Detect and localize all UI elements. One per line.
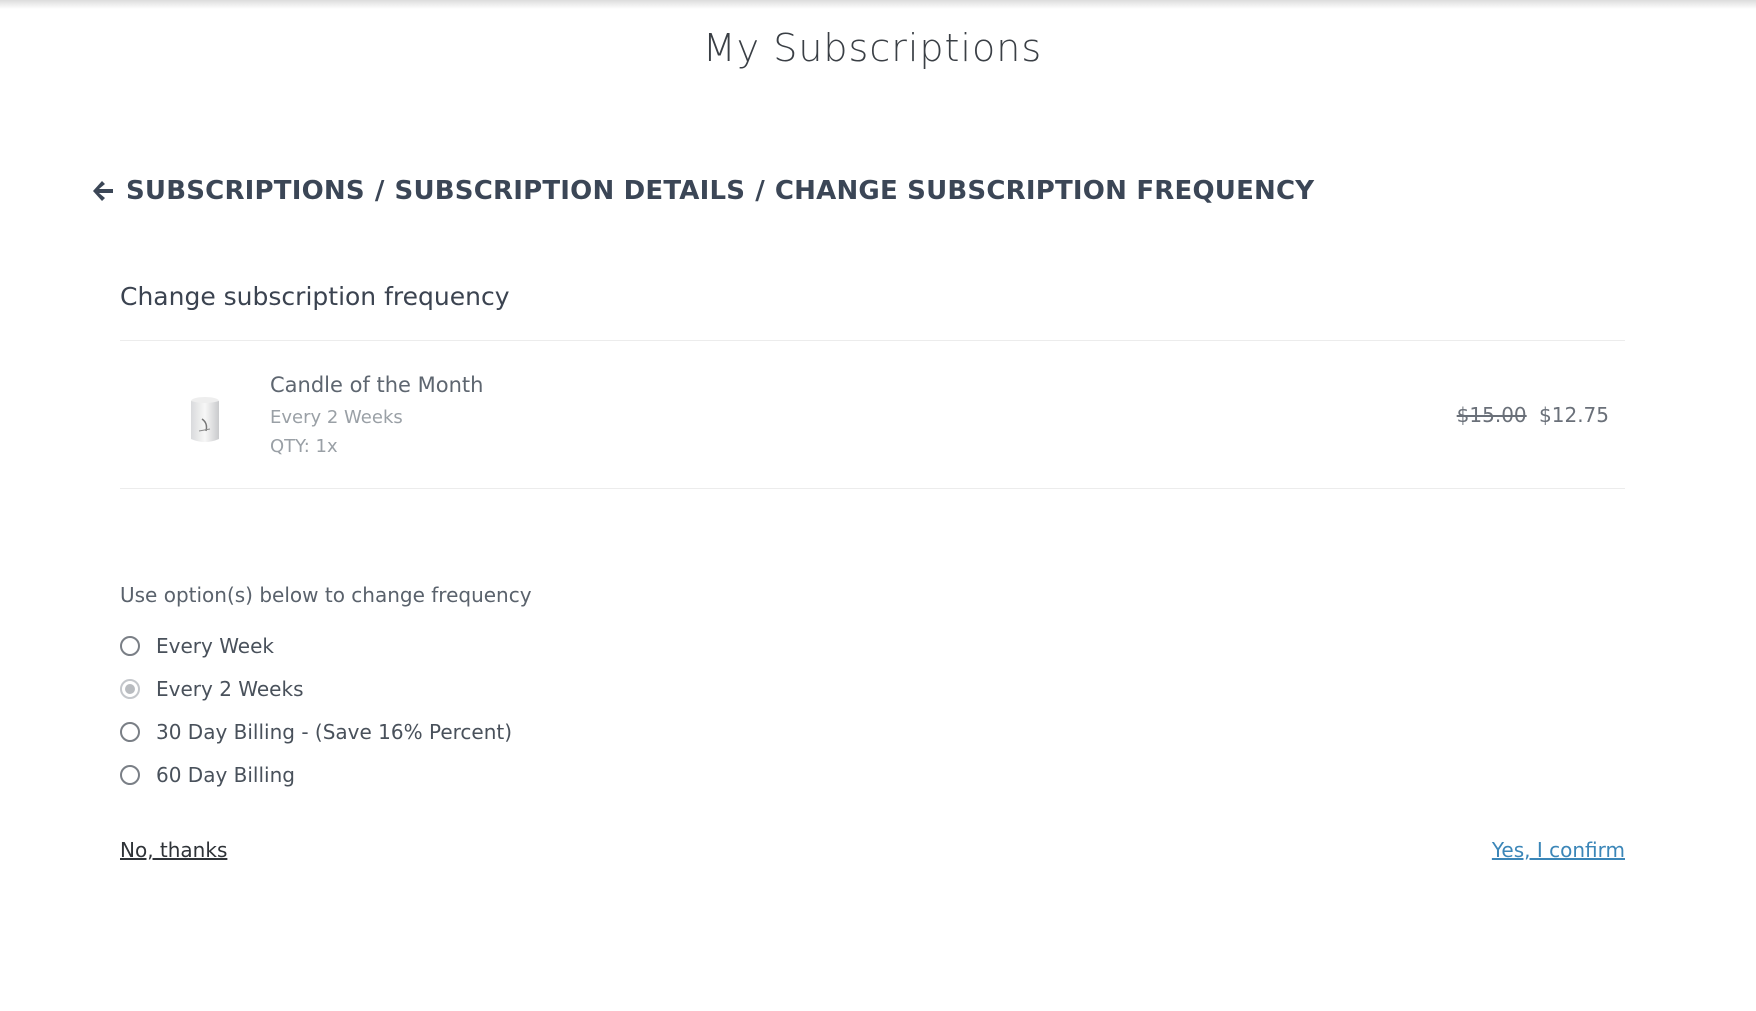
divider — [120, 488, 1625, 489]
option-label: 60 Day Billing — [156, 762, 295, 787]
radio-30-day-billing[interactable] — [120, 721, 140, 742]
product-quantity: QTY: 1x — [270, 436, 338, 457]
breadcrumb-subscription-details[interactable]: SUBSCRIPTION DETAILS — [395, 176, 746, 206]
page-title: My Subscriptions — [702, 26, 1043, 70]
current-price: $12.75 — [1539, 403, 1609, 427]
breadcrumb-separator: / — [755, 176, 765, 206]
product-image — [186, 393, 224, 445]
card-title: Change subscription frequency — [120, 282, 510, 311]
price-block: $15.00 $12.75 — [1457, 403, 1609, 427]
product-frequency: Every 2 Weeks — [270, 407, 403, 428]
option-every-2-weeks[interactable]: Every 2 Weeks — [120, 667, 512, 710]
confirm-link[interactable]: Yes, I confirm — [1492, 838, 1625, 862]
option-label: Every Week — [156, 633, 274, 658]
radio-every-week[interactable] — [120, 635, 140, 656]
option-label: Every 2 Weeks — [156, 676, 304, 701]
option-label: 30 Day Billing - (Save 16% Percent) — [156, 719, 513, 744]
top-shadow — [0, 0, 1756, 9]
breadcrumb-separator: / — [374, 176, 385, 206]
divider — [120, 340, 1625, 341]
original-price: $15.00 — [1456, 403, 1527, 427]
options-label: Use option(s) below to change frequency — [120, 583, 532, 607]
breadcrumb-current: CHANGE SUBSCRIPTION FREQUENCY — [774, 176, 1315, 206]
back-arrow-icon[interactable] — [90, 178, 116, 204]
no-thanks-link[interactable]: No, thanks — [120, 838, 227, 862]
option-30-day-billing[interactable]: 30 Day Billing - (Save 16% Percent) — [120, 710, 512, 753]
option-60-day-billing[interactable]: 60 Day Billing — [120, 753, 512, 796]
product-name: Candle of the Month — [270, 373, 484, 397]
option-every-week[interactable]: Every Week — [120, 624, 512, 667]
radio-every-2-weeks[interactable] — [120, 678, 140, 699]
breadcrumb-subscriptions[interactable]: SUBSCRIPTIONS — [126, 176, 365, 206]
radio-60-day-billing[interactable] — [120, 764, 140, 785]
breadcrumb: SUBSCRIPTIONS / SUBSCRIPTION DETAILS / C… — [90, 176, 1314, 206]
frequency-options: Every Week Every 2 Weeks 30 Day Billing … — [120, 624, 512, 796]
